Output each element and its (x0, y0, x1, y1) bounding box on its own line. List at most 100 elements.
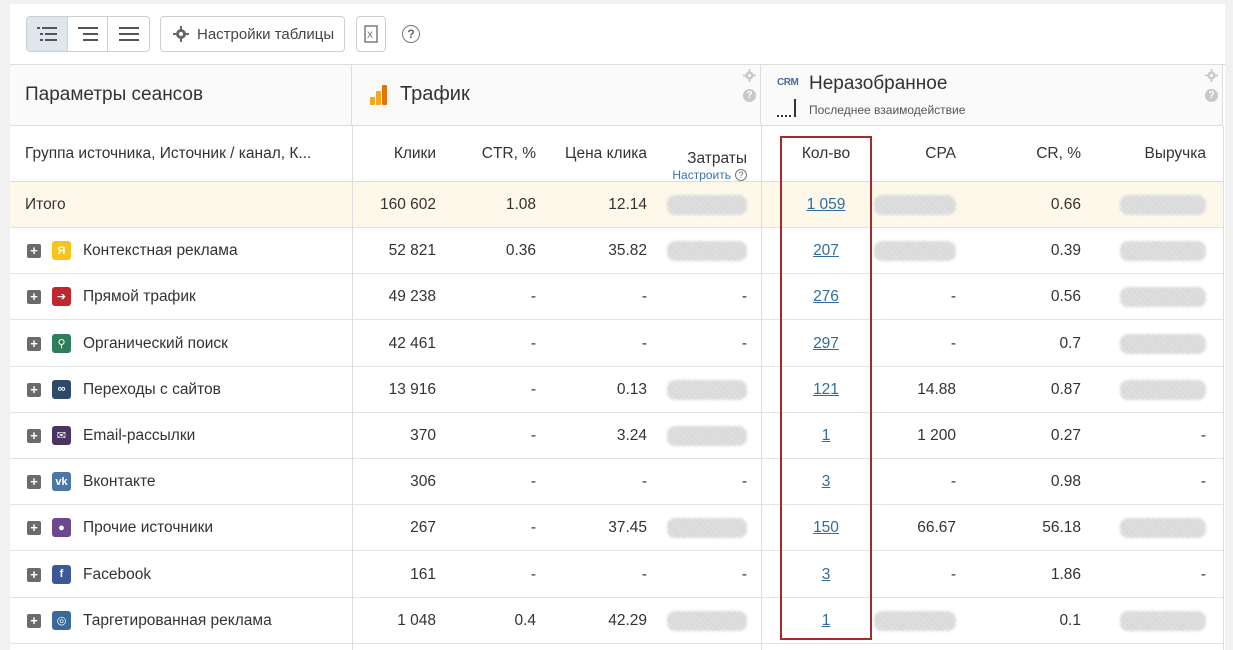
cell-cr: 56.18 (1042, 519, 1081, 537)
direct-traffic-icon: ➔ (52, 287, 71, 307)
link-icon: ∞ (52, 379, 71, 399)
traffic-help-icon[interactable]: ? (743, 89, 756, 102)
qty-link[interactable]: 1 (822, 427, 831, 445)
view-mode-group (26, 16, 150, 52)
expand-icon[interactable]: + (27, 336, 41, 351)
crm-settings-icon[interactable] (1205, 69, 1218, 82)
tree-view-button[interactable] (27, 17, 68, 51)
cell-revenue-redacted (1090, 505, 1206, 551)
qty-link[interactable]: 150 (813, 519, 839, 537)
crm-bar-icon (777, 99, 796, 117)
table-row: + ∞ Переходы с сайтов 13 916 - 0.13 121 14.88 0.… (10, 367, 1223, 413)
qty-link[interactable]: 121 (813, 381, 839, 399)
crm-logo: CRM (777, 77, 799, 88)
cell-cost: - (741, 334, 747, 352)
cell-revenue: - (1200, 473, 1206, 491)
expand-icon[interactable]: + (27, 475, 41, 490)
cell-qty: 1 (780, 413, 872, 459)
qty-link[interactable]: 207 (813, 242, 839, 260)
table-row: + ◎ Таргетированная реклама 1 048 0.4 42.29 1 0… (10, 598, 1223, 644)
cell-clicks: 160 602 (379, 196, 436, 213)
col-source[interactable]: Группа источника, Источник / канал, К... (25, 126, 345, 182)
row-label[interactable]: Прямой трафик (83, 274, 196, 320)
expand-icon[interactable]: + (27, 244, 41, 259)
row-label[interactable]: Таргетированная реклама (83, 598, 272, 644)
col-clicks[interactable]: Клики (352, 126, 436, 182)
expand-icon[interactable]: + (27, 613, 41, 628)
cost-configure-link[interactable]: Настроить ? (672, 168, 747, 182)
col-cpc[interactable]: Цена клика (540, 126, 647, 182)
row-label[interactable]: Прочие источники (83, 505, 213, 551)
tree-view-icon (36, 27, 57, 41)
flat-view-button[interactable] (108, 17, 149, 51)
table-settings-button[interactable]: Настройки таблицы (160, 16, 345, 52)
col-revenue[interactable]: Выручка (1090, 126, 1207, 182)
col-qty[interactable]: Кол-во (780, 126, 872, 182)
crm-help-icon[interactable]: ? (1205, 89, 1218, 102)
row-label[interactable]: Email-рассылки (83, 413, 195, 459)
cell-qty: 121 (780, 367, 872, 413)
target-icon: ◎ (52, 610, 71, 630)
qty-link[interactable]: 3 (822, 566, 831, 584)
table-row: + ✉ Email-рассылки 370 - 3.24 1 1 200 0.27 - (10, 413, 1223, 459)
qty-link[interactable]: 3 (822, 473, 831, 491)
cell-qty: 297 (780, 321, 872, 367)
cell-clicks: 267 (410, 519, 436, 537)
divider (761, 126, 762, 650)
col-ctr[interactable]: CTR, % (440, 126, 536, 182)
cell-cost: - (741, 288, 747, 306)
indent-view-button[interactable] (68, 17, 109, 51)
cell-cost-redacted (650, 182, 747, 228)
crm-subtitle: Последнее взаимодействие (809, 103, 966, 117)
row-label[interactable]: Контекстная реклама (83, 228, 238, 274)
group-header-crm: CRM Неразобранное Последнее взаимодейств… (761, 65, 1223, 126)
cell-revenue-redacted (1090, 274, 1206, 320)
row-label[interactable]: Переходы с сайтов (83, 367, 221, 413)
cell-cr: 0.7 (1059, 334, 1081, 352)
cell-cpc: - (641, 473, 647, 491)
other-sources-icon: ● (52, 518, 71, 538)
qty-link[interactable]: 1 059 (807, 196, 846, 214)
cell-cr: 0.39 (1050, 242, 1081, 260)
cell-clicks: 161 (410, 565, 436, 583)
qty-link[interactable]: 297 (813, 335, 839, 353)
expand-icon[interactable]: + (27, 567, 41, 582)
cell-cpc: 0.13 (616, 380, 647, 398)
expand-icon[interactable]: + (27, 429, 41, 443)
cell-revenue-redacted (1090, 321, 1206, 367)
col-cpa[interactable]: CPA (872, 126, 956, 182)
expand-icon[interactable]: + (27, 290, 41, 305)
cell-qty: 1 059 (780, 182, 872, 228)
cell-qty: 3 (780, 459, 872, 505)
cell-revenue: - (1200, 427, 1206, 444)
cell-qty: 150 (780, 505, 872, 551)
help-icon[interactable]: ? (402, 25, 420, 43)
row-label: Итого (25, 196, 66, 213)
qty-link[interactable]: 276 (813, 288, 839, 306)
table-row: + ➔ Прямой трафик 49 238 - - - 276 - 0.56 (10, 274, 1223, 321)
analytics-logo-icon (370, 85, 387, 105)
col-cost-label[interactable]: Затраты (687, 150, 747, 168)
vk-icon: vk (52, 472, 71, 492)
col-cr[interactable]: CR, % (970, 126, 1081, 182)
column-header-row: Группа источника, Источник / канал, К...… (10, 126, 1223, 182)
cell-ctr: - (530, 380, 536, 398)
search-icon: ⚲ (52, 333, 71, 353)
row-label[interactable]: Facebook (83, 552, 151, 598)
expand-icon[interactable]: + (27, 382, 41, 397)
table-row-total: Итого 160 602 1.08 12.14 1 059 0.66 (10, 182, 1223, 228)
export-excel-button[interactable]: X (356, 16, 386, 52)
cell-revenue: - (1200, 565, 1206, 583)
expand-icon[interactable]: + (27, 521, 41, 536)
cell-cpa: - (950, 334, 956, 352)
row-label[interactable]: Органический поиск (83, 321, 228, 367)
cell-cpa: - (950, 565, 956, 583)
cell-cost: - (741, 473, 747, 491)
cell-cpa: - (950, 288, 956, 306)
table-row: + vk Вконтакте 306 - - - 3 - 0.98 - (10, 459, 1223, 506)
row-label[interactable]: Вконтакте (83, 459, 156, 505)
qty-link[interactable]: 1 (822, 612, 831, 630)
cell-ctr: 1.08 (505, 196, 536, 213)
traffic-settings-icon[interactable] (743, 69, 756, 82)
group-header-params: Параметры сеансов (10, 65, 352, 126)
